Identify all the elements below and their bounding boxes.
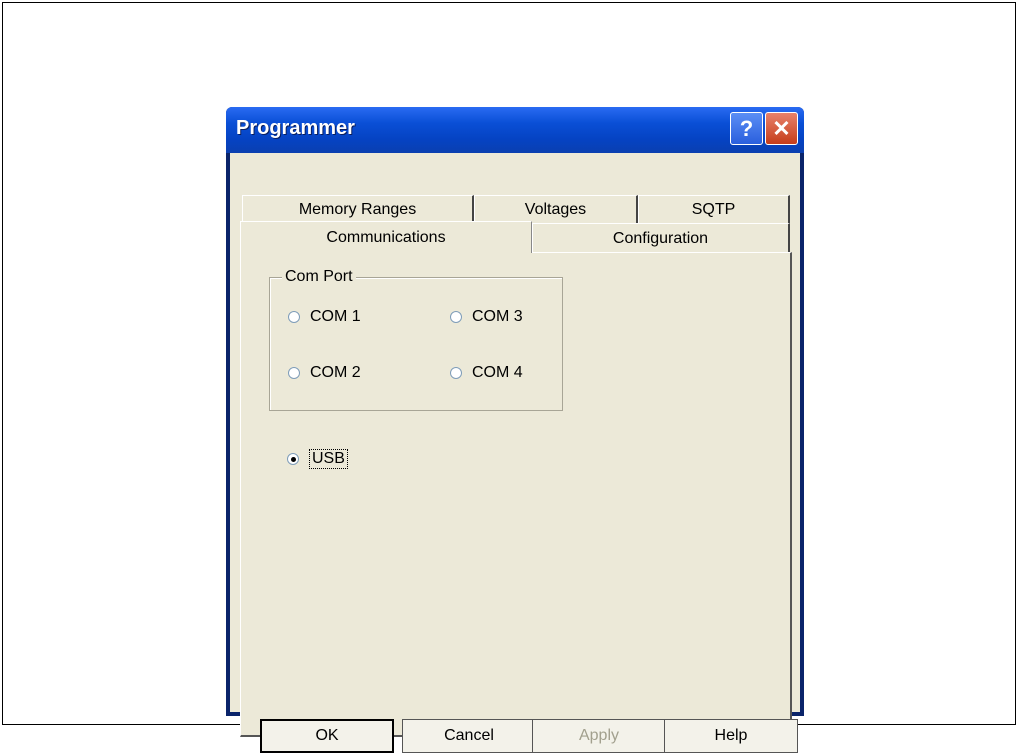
tab-label: SQTP bbox=[691, 200, 736, 218]
radio-checked-icon bbox=[287, 453, 299, 465]
dialog-client-area: Memory Ranges Voltages SQTP Communicatio… bbox=[230, 153, 800, 753]
radio-label: USB bbox=[309, 449, 348, 469]
window-title: Programmer bbox=[236, 117, 355, 139]
radio-label: COM 1 bbox=[310, 308, 361, 325]
com-port-label: Com Port bbox=[282, 268, 356, 286]
tab-label: Voltages bbox=[524, 200, 587, 218]
tab-label: Configuration bbox=[612, 229, 709, 247]
cancel-button[interactable]: Cancel bbox=[402, 719, 536, 753]
tab-sqtp[interactable]: SQTP bbox=[638, 195, 790, 223]
help-button[interactable]: Help bbox=[664, 719, 798, 753]
radio-com4[interactable]: COM 4 bbox=[450, 364, 523, 382]
tab-memory-ranges[interactable]: Memory Ranges bbox=[242, 195, 474, 223]
radio-circle-icon bbox=[288, 311, 300, 323]
tab-label: Communications bbox=[326, 228, 446, 246]
titlebar[interactable]: Programmer ? ✕ bbox=[226, 107, 804, 153]
radio-usb[interactable]: USB bbox=[287, 449, 348, 469]
close-icon[interactable]: ✕ bbox=[765, 112, 798, 145]
radio-label: COM 2 bbox=[310, 364, 361, 381]
radio-label: COM 3 bbox=[472, 308, 523, 325]
com-port-groupbox: Com Port COM 1 COM 3 COM 2 COM 4 bbox=[269, 268, 563, 411]
radio-label: COM 4 bbox=[472, 364, 523, 381]
tab-label: Memory Ranges bbox=[298, 200, 417, 218]
radio-circle-icon bbox=[288, 367, 300, 379]
apply-button[interactable]: Apply bbox=[532, 719, 666, 753]
radio-circle-icon bbox=[450, 367, 462, 379]
communications-panel: Com Port COM 1 COM 3 COM 2 COM 4 USB bbox=[240, 252, 792, 737]
ok-button[interactable]: OK bbox=[260, 719, 394, 753]
radio-com1[interactable]: COM 1 bbox=[288, 308, 361, 326]
radio-com2[interactable]: COM 2 bbox=[288, 364, 361, 382]
radio-circle-icon bbox=[450, 311, 462, 323]
help-icon[interactable]: ? bbox=[730, 112, 763, 145]
tab-configuration[interactable]: Configuration bbox=[532, 223, 790, 253]
programmer-dialog: Programmer ? ✕ Memory Ranges Voltages SQ… bbox=[226, 107, 804, 753]
radio-com3[interactable]: COM 3 bbox=[450, 308, 523, 326]
tab-communications[interactable]: Communications bbox=[240, 221, 532, 253]
tab-voltages[interactable]: Voltages bbox=[474, 195, 638, 223]
